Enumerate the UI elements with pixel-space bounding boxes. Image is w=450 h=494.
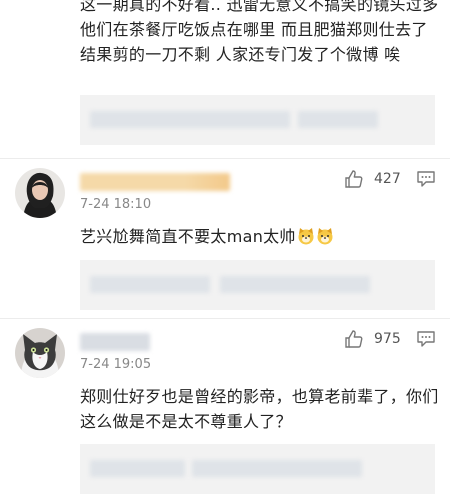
avatar[interactable] [15, 168, 65, 218]
comment-text: 郑则仕好歹也是曾经的影帝，也算老前辈了，你们这么做是不是太不尊重人了？ [80, 387, 439, 431]
username[interactable] [80, 333, 150, 351]
thumbs-up-icon[interactable] [344, 169, 364, 189]
divider [0, 318, 450, 319]
avatar[interactable] [15, 328, 65, 378]
like-count: 427 [374, 171, 401, 187]
like-count: 975 [374, 331, 401, 347]
dog-emoji-icon [317, 228, 333, 245]
reply-preview[interactable] [80, 444, 435, 494]
username[interactable] [80, 173, 230, 191]
timestamp: 7-24 18:10 [80, 197, 152, 212]
reply-preview[interactable] [80, 95, 435, 145]
reply-icon[interactable] [417, 331, 435, 347]
comment-text-body: 艺兴尬舞简直不要太man太帅 [80, 227, 296, 246]
dog-emoji-icon [298, 228, 314, 245]
reply-preview[interactable] [80, 260, 435, 310]
timestamp: 7-24 19:05 [80, 357, 152, 372]
comment-text: 这一期真的不好看.. 迅雷无意义不搞笑的镜头过多 他们在茶餐厅吃饭点在哪里 而且… [80, 0, 439, 64]
thumbs-up-icon[interactable] [344, 329, 364, 349]
reply-icon[interactable] [417, 171, 435, 187]
comment-text: 艺兴尬舞简直不要太man太帅 [80, 224, 442, 249]
divider [0, 158, 450, 159]
